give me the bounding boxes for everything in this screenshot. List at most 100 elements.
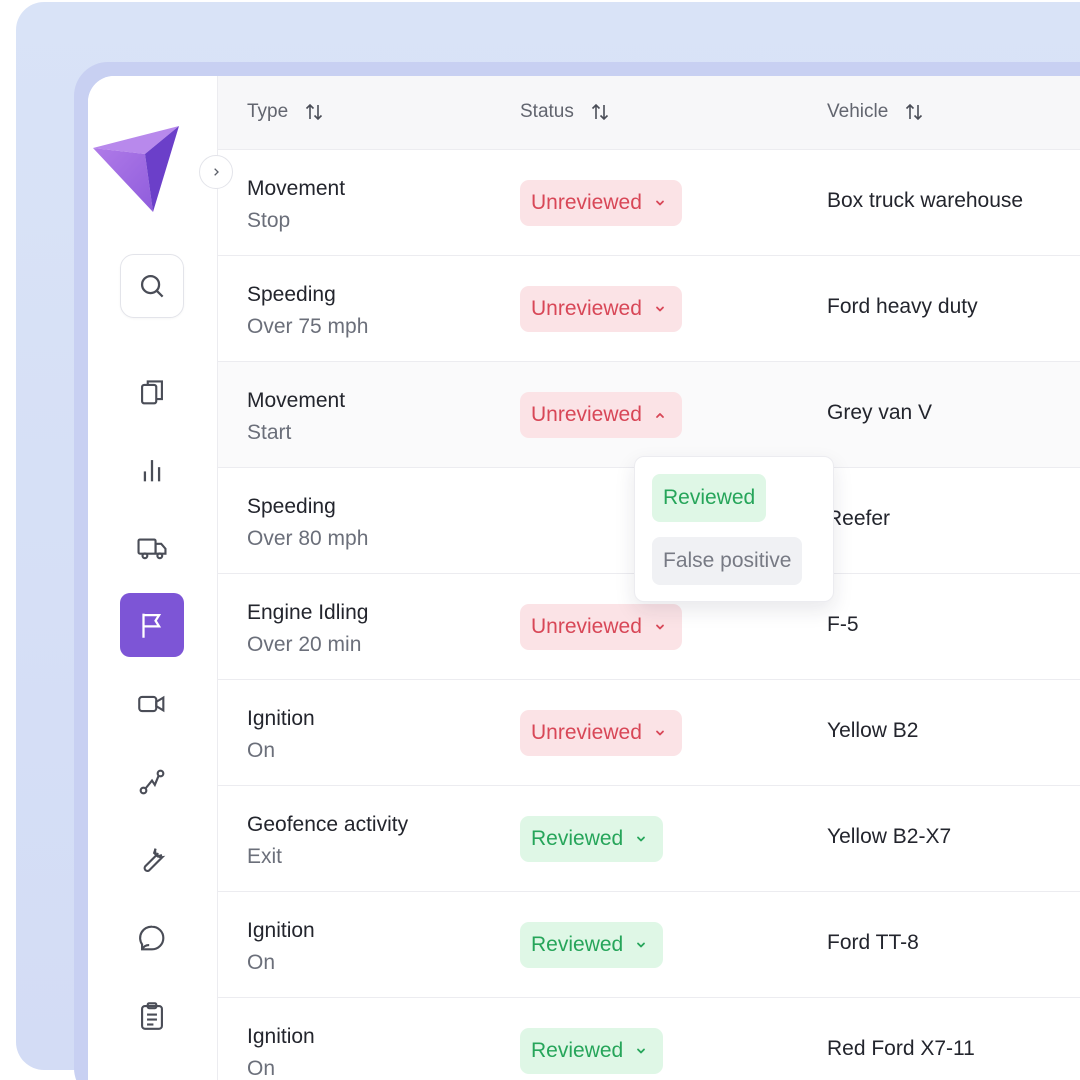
table-row[interactable]: Speeding Over 75 mph Unreviewed Ford heavy … [218, 256, 1080, 362]
flag-icon [142, 613, 162, 638]
sidebar-collapse-button[interactable] [199, 155, 233, 189]
chevron-down-icon [637, 942, 646, 948]
event-detail: On [247, 739, 276, 762]
status-dropdown-button[interactable]: Reviewed [520, 922, 664, 968]
copy-icon [141, 380, 163, 405]
status-cell: Reviewed [520, 816, 664, 862]
status-dropdown-button[interactable]: Unreviewed [520, 392, 682, 438]
table-row[interactable]: Movement Start Unreviewed Grey van V [218, 362, 1080, 468]
event-detail: On [247, 951, 276, 974]
status-label: Unreviewed [531, 721, 642, 744]
event-detail: Start [247, 421, 292, 444]
event-type: Movement [247, 177, 346, 200]
event-type: Ignition [247, 919, 315, 942]
event-type: Ignition [247, 707, 315, 730]
sidebar-item-video[interactable] [120, 672, 184, 736]
table-row[interactable]: Ignition On Unreviewed Yellow B2 [218, 680, 1080, 786]
search-button[interactable] [120, 254, 184, 318]
status-dropdown-button[interactable]: Reviewed [520, 816, 664, 862]
type-cell: Movement Stop [247, 174, 345, 236]
sidebar-item-documents[interactable] [120, 984, 184, 1048]
search-icon [140, 274, 164, 298]
event-type: Speeding [247, 283, 336, 306]
chevron-down-icon [655, 200, 664, 206]
type-cell: Ignition On [247, 916, 315, 978]
table-row[interactable]: Geofence activity Exit Reviewed Yellow B2-X… [218, 786, 1080, 892]
vehicle-name: Ford heavy duty [827, 295, 978, 318]
vehicle-name: Ford TT-8 [827, 931, 919, 954]
status-dropdown-button[interactable]: Unreviewed [520, 710, 682, 756]
type-cell: Engine Idling Over 20 min [247, 598, 368, 660]
event-detail: On [247, 1057, 276, 1080]
sort-icon [306, 103, 323, 121]
type-cell: Ignition On [247, 1022, 315, 1080]
vehicle-name: F-5 [827, 613, 859, 636]
bar-chart-icon [143, 460, 161, 482]
vehicle-name: Red Ford X7-11 [827, 1037, 975, 1060]
sidebar-item-vehicles[interactable] [120, 516, 184, 580]
status-dropdown-button[interactable]: Reviewed [520, 1028, 664, 1074]
type-cell: Geofence activity Exit [247, 810, 408, 872]
app-window: Type Status Vehicle Movement Stop Unreview… [88, 76, 1080, 1080]
status-option-reviewed[interactable]: Reviewed [652, 474, 767, 522]
status-label: Unreviewed [531, 297, 642, 320]
status-label: Reviewed [531, 1039, 624, 1062]
chevron-down-icon [655, 306, 664, 312]
event-type: Geofence activity [247, 813, 409, 836]
wrench-icon [143, 848, 166, 872]
sidebar-item-reports[interactable] [120, 438, 184, 502]
column-header-status[interactable]: Status [520, 100, 612, 124]
status-cell: Unreviewed [520, 286, 682, 332]
status-option-false-positive[interactable]: False positive [652, 537, 803, 585]
sidebar-item-copy[interactable] [120, 360, 184, 424]
event-detail: Over 80 mph [247, 527, 369, 550]
sort-icon [906, 103, 923, 121]
event-type: Movement [247, 389, 346, 412]
column-header-type[interactable]: Type [247, 100, 326, 124]
status-dropdown-button[interactable]: Unreviewed [520, 286, 682, 332]
event-detail: Exit [247, 845, 283, 868]
status-dropdown-button[interactable]: Unreviewed [520, 180, 682, 226]
event-type: Speeding [247, 495, 336, 518]
chevron-down-icon [655, 624, 664, 630]
table-row[interactable]: Ignition On Reviewed Red Ford X7-11 [218, 998, 1080, 1080]
sidebar-item-events[interactable] [120, 593, 184, 657]
chevron-down-icon [637, 836, 646, 842]
table-row[interactable]: Movement Stop Unreviewed Box truck warehous… [218, 150, 1080, 256]
route-icon [139, 769, 165, 795]
chevron-right-icon [214, 168, 219, 176]
status-cell: Unreviewed [520, 392, 682, 438]
type-cell: Speeding Over 75 mph [247, 280, 368, 342]
vehicle-name: Reefer [827, 507, 891, 530]
sidebar-item-messages[interactable] [120, 906, 184, 970]
status-label: Unreviewed [531, 403, 642, 426]
status-cell: Unreviewed [520, 604, 682, 650]
event-detail: Over 20 min [247, 633, 362, 656]
event-type: Ignition [247, 1025, 315, 1048]
logo-icon [93, 126, 179, 212]
status-dropdown-menu: Reviewed False positive [634, 456, 834, 602]
speech-bubble-icon [139, 925, 165, 951]
type-cell: Speeding Over 80 mph [247, 492, 368, 554]
table-header: Type Status Vehicle [218, 76, 1080, 150]
vehicle-name: Yellow B2-X7 [827, 825, 952, 848]
chevron-down-icon [655, 730, 664, 736]
status-dropdown-button[interactable]: Unreviewed [520, 604, 682, 650]
table-row[interactable]: Ignition On Reviewed Ford TT-8 [218, 892, 1080, 998]
column-header-vehicle[interactable]: Vehicle [827, 100, 926, 124]
chevron-up-icon [655, 413, 664, 418]
status-cell: Reviewed [520, 922, 664, 968]
sidebar-item-maintenance[interactable] [120, 828, 184, 892]
status-cell: Unreviewed [520, 710, 682, 756]
vehicle-name: Box truck warehouse [827, 189, 1024, 212]
sidebar [88, 76, 218, 1080]
status-cell: Unreviewed [520, 180, 682, 226]
video-camera-icon [138, 695, 165, 713]
event-detail: Over 75 mph [247, 315, 369, 338]
clipboard-icon [141, 1002, 163, 1030]
event-type: Engine Idling [247, 601, 369, 624]
sort-icon [591, 103, 608, 121]
events-table: Type Status Vehicle Movement Stop Unreview… [218, 76, 1080, 1080]
sidebar-item-routes[interactable] [120, 750, 184, 814]
type-cell: Ignition On [247, 704, 315, 766]
